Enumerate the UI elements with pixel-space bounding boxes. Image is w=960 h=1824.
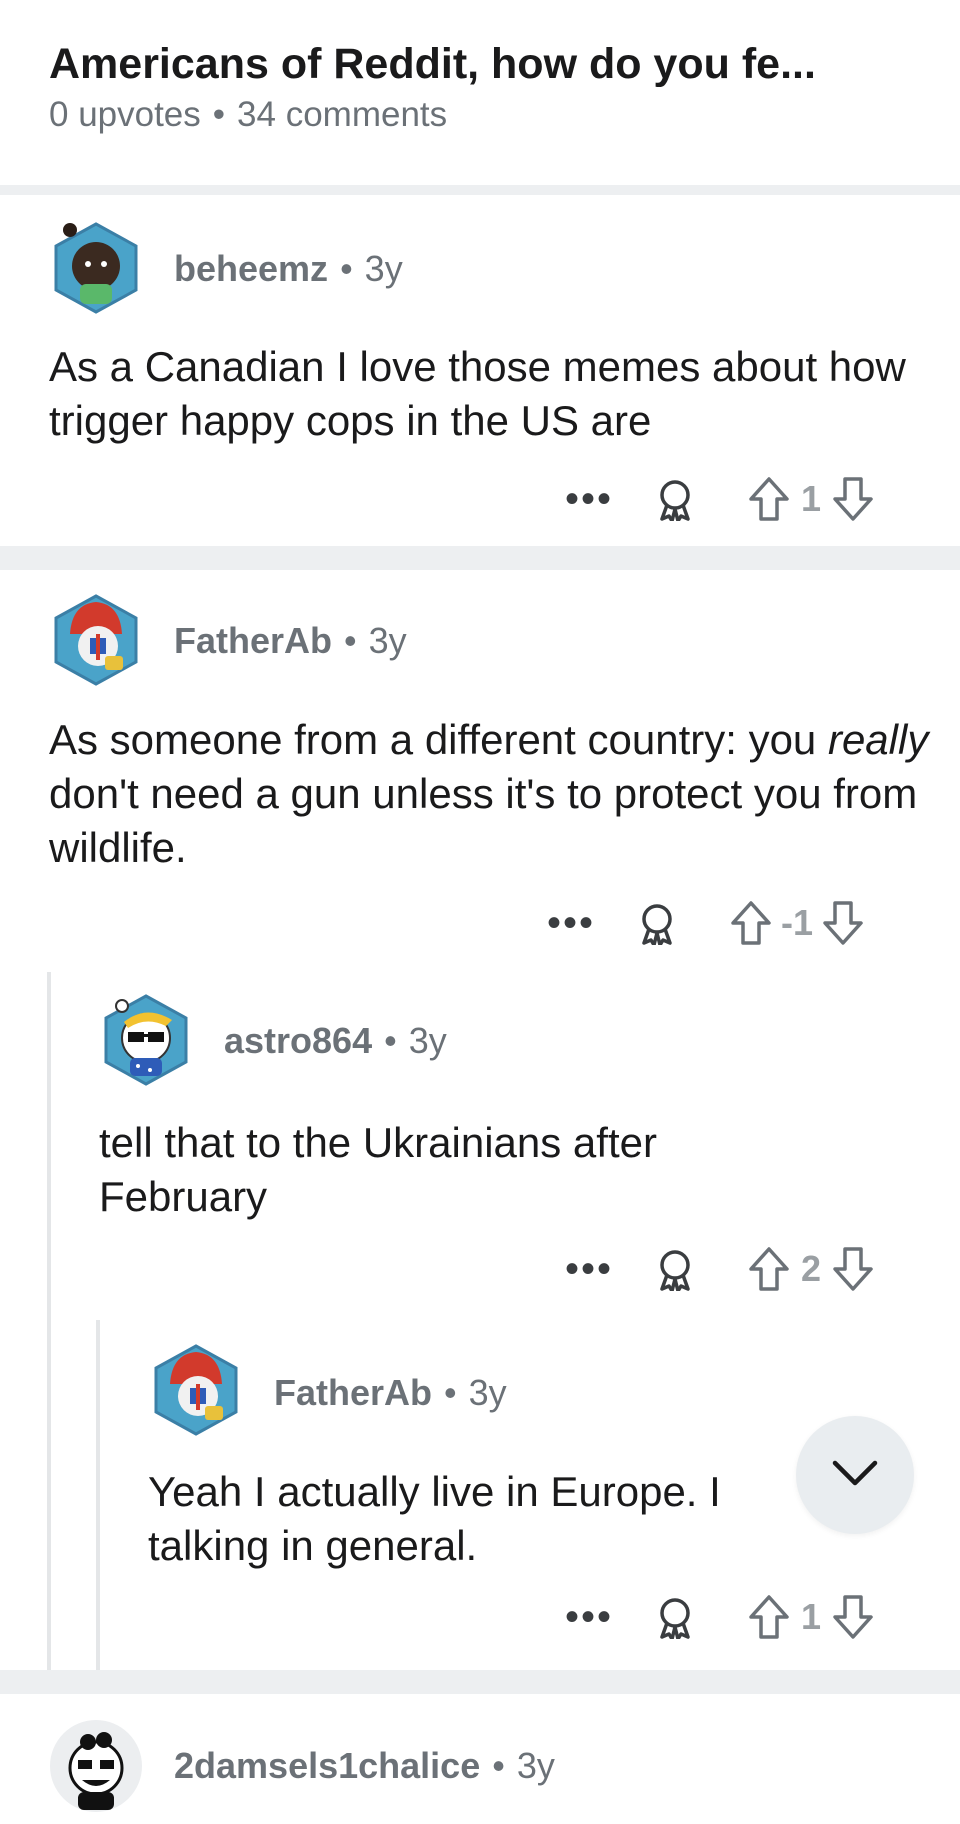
thread-line[interactable] — [96, 1320, 100, 1670]
more-options-button[interactable]: ••• — [565, 479, 613, 519]
avatar[interactable] — [100, 994, 192, 1086]
thread-line[interactable] — [47, 972, 51, 1670]
comment-author[interactable]: astro864 — [224, 1020, 372, 1061]
comment-text: As someone from a different country: you — [49, 716, 828, 763]
comment-score: 1 — [801, 478, 822, 519]
upvote-arrow-icon[interactable] — [729, 900, 773, 946]
upvote-arrow-icon[interactable] — [747, 1594, 791, 1640]
comment-text-line: Yeah I actually live in Europe. I — [148, 1468, 721, 1515]
comment-body: Yeah I actually live in Europe. I talkin… — [148, 1465, 808, 1573]
award-icon[interactable] — [653, 1247, 697, 1291]
meta-separator: • — [444, 1372, 457, 1413]
downvote-arrow-icon[interactable] — [831, 476, 875, 522]
downvote-arrow-icon[interactable] — [821, 900, 865, 946]
upvote-arrow-icon[interactable] — [747, 1246, 791, 1292]
meta-separator: • — [492, 1745, 505, 1786]
avatar[interactable] — [48, 1718, 144, 1814]
comment-actions: ••• 1 — [565, 1594, 875, 1640]
comment-body: tell that to the Ukrainians after Februa… — [99, 1119, 657, 1220]
comment-count: 34 comments — [237, 95, 448, 134]
comment-score: -1 — [781, 902, 814, 943]
comment-author-line: astro864 • 3y — [224, 1020, 447, 1062]
comment-emphasis: really — [827, 716, 929, 763]
header-divider — [0, 185, 960, 195]
comment-age: 3y — [364, 248, 403, 289]
comment-author-line: beheemz • 3y — [174, 248, 403, 290]
award-icon[interactable] — [653, 477, 697, 521]
avatar[interactable] — [150, 1344, 242, 1436]
comment-age: 3y — [468, 1372, 507, 1413]
comment-age: 3y — [408, 1020, 447, 1061]
comment-author[interactable]: FatherAb — [174, 620, 332, 661]
more-options-button[interactable]: ••• — [547, 903, 595, 943]
chevron-down-icon — [831, 1458, 879, 1493]
comment-author-line: FatherAb • 3y — [274, 1372, 507, 1414]
comment-text: don't need a gun unless it's to protect … — [49, 770, 918, 871]
comment-text-line: talking in general. — [148, 1522, 478, 1569]
avatar[interactable] — [50, 594, 142, 686]
comment-age: 3y — [368, 620, 407, 661]
comment-body: As someone from a different country: you… — [49, 713, 929, 875]
comment-actions: ••• 1 — [565, 476, 875, 522]
scroll-next-comment-button[interactable] — [796, 1416, 914, 1534]
award-icon[interactable] — [635, 901, 679, 945]
comment-divider — [0, 1670, 960, 1694]
comment-author[interactable]: 2damsels1chalice — [174, 1745, 480, 1786]
comment-author[interactable]: FatherAb — [274, 1372, 432, 1413]
meta-separator: • — [384, 1020, 397, 1061]
comment-author-line: 2damsels1chalice • 3y — [174, 1745, 555, 1787]
meta-separator: • — [344, 620, 357, 661]
downvote-arrow-icon[interactable] — [831, 1594, 875, 1640]
meta-separator: • — [340, 248, 353, 289]
post-meta: 0 upvotes • 34 comments — [49, 95, 447, 135]
comment-actions: ••• 2 — [565, 1246, 875, 1292]
upvote-count: 0 upvotes — [49, 95, 201, 134]
comment-author-line: FatherAb • 3y — [174, 620, 407, 662]
comment-body: As a Canadian I love those memes about h… — [49, 343, 906, 444]
more-options-button[interactable]: ••• — [565, 1249, 613, 1289]
post-title[interactable]: Americans of Reddit, how do you fe... — [49, 40, 909, 89]
comment-divider — [0, 546, 960, 570]
comment-author[interactable]: beheemz — [174, 248, 328, 289]
upvote-arrow-icon[interactable] — [747, 476, 791, 522]
award-icon[interactable] — [653, 1595, 697, 1639]
downvote-arrow-icon[interactable] — [831, 1246, 875, 1292]
comment-score: 1 — [801, 1596, 822, 1637]
avatar[interactable] — [50, 222, 142, 314]
more-options-button[interactable]: ••• — [565, 1597, 613, 1637]
comment-score: 2 — [801, 1248, 822, 1289]
meta-separator: • — [212, 95, 226, 134]
comment-age: 3y — [516, 1745, 555, 1786]
comment-actions: ••• -1 — [547, 900, 865, 946]
